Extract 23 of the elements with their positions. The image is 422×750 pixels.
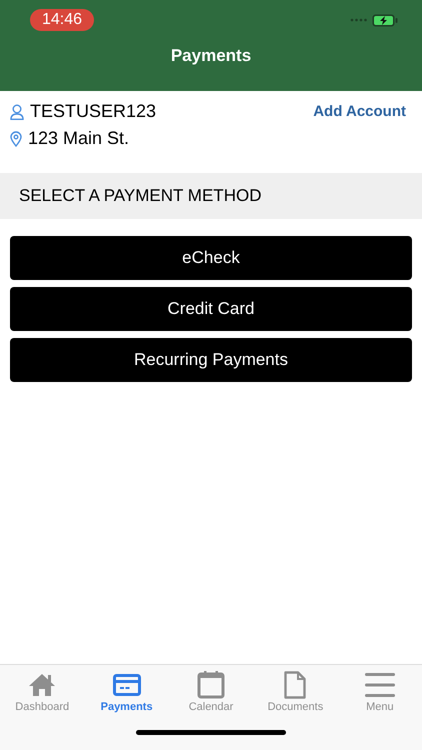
battery-icon [372, 14, 398, 26]
payment-method-button[interactable]: eCheck [10, 236, 412, 280]
status-time: 14:46 [30, 9, 94, 31]
person-icon [10, 104, 24, 120]
location-pin-icon [10, 130, 22, 146]
tab-bar-item[interactable]: Payments [84, 671, 169, 721]
tab-bar-item[interactable]: Calendar [168, 671, 254, 721]
menu-icon [364, 672, 395, 698]
tab-bar-item[interactable]: Dashboard [0, 671, 84, 721]
payment-method-button[interactable]: Credit Card [10, 287, 412, 331]
address: 123 Main St. [28, 128, 130, 149]
card-icon [112, 674, 141, 696]
house-icon [28, 673, 56, 697]
document-icon [284, 671, 306, 699]
page-title: Payments [170, 46, 252, 66]
section-header: SELECT A PAYMENT METHOD [0, 173, 422, 219]
username: TESTUSER123 [30, 101, 156, 122]
calendar-icon [197, 671, 226, 699]
tab-bar-item[interactable]: Documents [253, 671, 338, 721]
signal-icon [350, 18, 368, 22]
add-account-link[interactable]: Add Account [313, 103, 406, 120]
payment-method-button[interactable]: Recurring Payments [10, 338, 412, 382]
tab-bar-item[interactable]: Menu [338, 671, 422, 721]
